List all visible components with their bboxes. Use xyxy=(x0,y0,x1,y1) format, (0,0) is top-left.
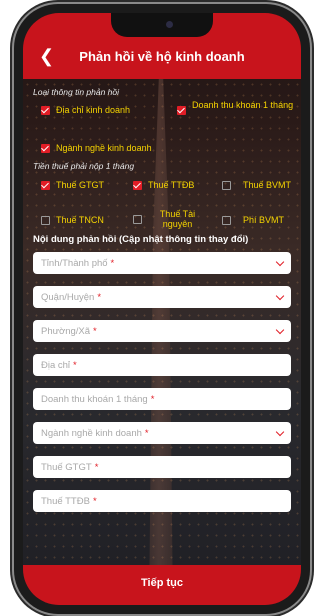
checkbox-label: Thuế GTGT xyxy=(56,180,105,190)
checkbox-label: Thuế Tài nguyên xyxy=(159,209,196,229)
phone-frame: ❮ Phản hồi về hộ kinh doanh Loại thông t… xyxy=(14,4,310,614)
business-sector-select[interactable]: Ngành nghề kinh doanh * xyxy=(33,422,291,444)
phone-notch xyxy=(111,13,213,37)
ward-select[interactable]: Phường/Xã * xyxy=(33,320,291,342)
field-placeholder: Tỉnh/Thành phố xyxy=(41,257,108,269)
province-select[interactable]: Tỉnh/Thành phố * xyxy=(33,252,291,274)
field-placeholder: Doanh thu khoán 1 tháng xyxy=(41,393,148,405)
checkbox-label: Thuế BVMT xyxy=(243,180,292,190)
checkbox-nganh-nghe[interactable]: Ngành nghề kinh doanh xyxy=(41,143,152,153)
checkbox-unchecked-icon xyxy=(222,181,231,190)
checkbox-thue-gtgt[interactable]: Thuế GTGT xyxy=(41,180,104,190)
checkbox-thue-bvmt[interactable]: Thuế BVMT xyxy=(222,180,291,190)
address-input[interactable]: Địa chỉ * xyxy=(33,354,291,376)
taxes-label: Tiền thuế phải nộp 1 tháng xyxy=(33,161,135,171)
page-title: Phản hồi về hộ kinh doanh xyxy=(79,49,245,64)
chevron-down-icon xyxy=(275,427,285,437)
checkbox-checked-icon xyxy=(133,181,142,190)
checkbox-checked-icon xyxy=(41,106,50,115)
checkbox-unchecked-icon xyxy=(222,216,231,225)
field-placeholder: Ngành nghề kinh doanh xyxy=(41,427,142,439)
checkbox-dia-chi[interactable]: Địa chỉ kinh doanh xyxy=(41,105,130,115)
checkbox-unchecked-icon xyxy=(41,216,50,225)
form-heading: Nội dung phản hồi (Cập nhật thông tin th… xyxy=(33,234,249,245)
checkbox-label: Thuế TTĐB xyxy=(148,180,195,190)
checkbox-label: Doanh thu khoán 1 tháng xyxy=(192,100,294,110)
checkbox-thue-tncn[interactable]: Thuế TNCN xyxy=(41,215,104,225)
checkbox-label: Thuế TNCN xyxy=(56,215,104,225)
chevron-down-icon xyxy=(275,257,285,267)
field-placeholder: Phường/Xã xyxy=(41,325,91,337)
checkbox-thue-ttdb[interactable]: Thuế TTĐB xyxy=(133,180,194,190)
chevron-down-icon xyxy=(275,325,285,335)
checkbox-unchecked-icon xyxy=(133,215,142,224)
checkbox-label: Ngành nghề kinh doanh xyxy=(56,143,152,153)
checkbox-checked-icon xyxy=(177,106,186,115)
vat-tax-input[interactable]: Thuế GTGT * xyxy=(33,456,291,478)
checkbox-phi-bvmt[interactable]: Phí BVMT xyxy=(222,215,284,225)
info-type-label: Loại thông tin phản hồi xyxy=(33,87,120,97)
special-consumption-tax-input[interactable]: Thuế TTĐB * xyxy=(33,490,291,512)
feedback-form: Loại thông tin phản hồi Địa chỉ kinh doa… xyxy=(23,79,301,605)
district-select[interactable]: Quận/Huyện * xyxy=(33,286,291,308)
monthly-revenue-input[interactable]: Doanh thu khoán 1 tháng * xyxy=(33,388,291,410)
checkbox-label: Phí BVMT xyxy=(243,215,285,225)
continue-button[interactable]: Tiếp tục xyxy=(23,565,301,605)
field-placeholder: Thuế TTĐB xyxy=(41,495,90,507)
checkbox-checked-icon xyxy=(41,181,50,190)
field-placeholder: Thuế GTGT xyxy=(41,461,92,473)
checkbox-thue-tai-nguyen[interactable]: Thuế Tài nguyên xyxy=(133,209,207,229)
app-screen: ❮ Phản hồi về hộ kinh doanh Loại thông t… xyxy=(23,13,301,605)
checkbox-doanh-thu[interactable]: Doanh thu khoán 1 tháng xyxy=(177,100,295,115)
checkbox-label: Địa chỉ kinh doanh xyxy=(56,105,131,115)
field-placeholder: Địa chỉ xyxy=(41,359,71,371)
chevron-down-icon xyxy=(275,291,285,301)
continue-label: Tiếp tục xyxy=(141,577,183,589)
field-placeholder: Quận/Huyện xyxy=(41,291,95,303)
checkbox-checked-icon xyxy=(41,144,50,153)
